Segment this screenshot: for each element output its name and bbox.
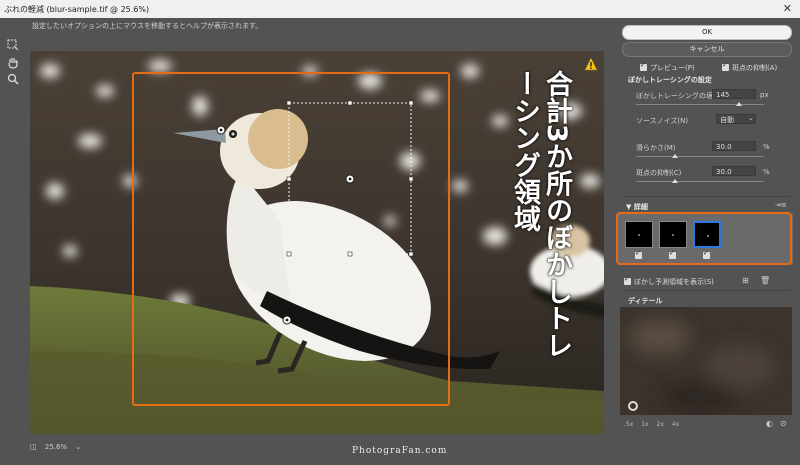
smoothing-slider[interactable] — [636, 154, 764, 158]
artifact-checkbox[interactable]: 斑点の抑制(A) — [722, 61, 778, 73]
artifact-suppression-unit: % — [763, 168, 770, 176]
panel-divider — [622, 290, 790, 291]
detail-loupe[interactable] — [620, 307, 792, 415]
loupe-close-icon[interactable]: ⊙ — [780, 419, 787, 428]
artifact-suppression-input[interactable]: 30.0 — [712, 166, 756, 176]
loupe-options-icon[interactable]: ◐ — [766, 419, 773, 428]
bounds-slider[interactable] — [636, 102, 764, 106]
close-icon[interactable]: ✕ — [783, 2, 792, 15]
annotation-caption: 合計3か所のぼかしトレーシング領域 — [509, 70, 572, 359]
bounds-input[interactable]: 145 — [712, 89, 756, 99]
chevron-down-icon[interactable]: ⌄ — [748, 114, 754, 122]
show-estimates-label: ぼかし予測領域を表示(S) — [634, 278, 714, 286]
source-noise-label: ソースノイズ(N) — [636, 117, 689, 125]
zoom-icon[interactable] — [6, 72, 20, 86]
preview-checkbox[interactable]: プレビュー(P) — [640, 61, 695, 73]
warning-icon[interactable] — [584, 57, 598, 71]
panel-divider — [622, 196, 790, 197]
panel-menu-icon[interactable]: ⇥≡ — [775, 201, 787, 209]
add-trace-icon[interactable]: ⊞ — [742, 276, 749, 285]
detail-section-title: ディテール — [628, 297, 663, 305]
artifact-label: 斑点の抑制(A) — [732, 64, 778, 72]
zoom-option-4x[interactable]: 4x — [672, 421, 679, 428]
tool-panel — [0, 18, 26, 465]
smoothing-unit: % — [763, 143, 770, 151]
bounds-slider-knob[interactable] — [736, 102, 742, 106]
window-title: ぶれの軽減 (blur-sample.tif @ 25.6%) — [4, 5, 150, 14]
artifact-suppression-label: 斑点の抑制(C) — [636, 169, 682, 177]
zoom-bar: ◫ 25.6% ⌄ — [30, 443, 87, 451]
smoothing-slider-knob[interactable] — [672, 154, 678, 158]
blur-estimation-tool-icon[interactable] — [6, 38, 20, 52]
trace-highlight-frame — [132, 72, 450, 406]
zoom-option-1x[interactable]: 1x — [641, 421, 648, 428]
artifact-slider-knob[interactable] — [672, 179, 678, 183]
fit-icon[interactable]: ◫ — [30, 443, 37, 451]
zoom-option-2x[interactable]: 2x — [657, 421, 664, 428]
trash-icon[interactable]: 🗑 — [760, 276, 770, 285]
preview-label: プレビュー(P) — [650, 64, 695, 72]
cancel-button[interactable]: キャンセル — [622, 42, 792, 57]
hand-icon[interactable] — [6, 56, 20, 70]
show-estimates-checkbox[interactable]: ぼかし予測領域を表示(S) — [624, 275, 714, 287]
zoom-option-half[interactable]: .5x — [624, 421, 633, 428]
chevron-down-icon[interactable]: ⌄ — [75, 443, 81, 451]
advanced-section-title[interactable]: ▼ 詳細 — [626, 202, 648, 212]
smoothing-label: 滑らかさ(M) — [636, 144, 676, 152]
zoom-level[interactable]: 25.6% — [45, 443, 67, 451]
detail-zoom-options: .5x 1x 2x 4x — [624, 421, 685, 428]
bounds-unit: px — [760, 91, 769, 99]
thumbnail-highlight-frame — [616, 212, 792, 265]
blur-trace-section-title: ぼかしトレーシングの設定 — [628, 76, 712, 84]
ok-button[interactable]: OK — [622, 25, 792, 40]
loupe-target-icon[interactable] — [628, 401, 638, 411]
smoothing-input[interactable]: 30.0 — [712, 141, 756, 151]
help-hint: 設定したいオプションの上にマウスを移動するとヘルプが表示されます。 — [32, 22, 263, 30]
watermark: PhotograFan.com — [352, 446, 448, 456]
title-bar: ぶれの軽減 (blur-sample.tif @ 25.6%) ✕ — [0, 0, 800, 18]
artifact-suppression-slider[interactable] — [636, 179, 764, 183]
